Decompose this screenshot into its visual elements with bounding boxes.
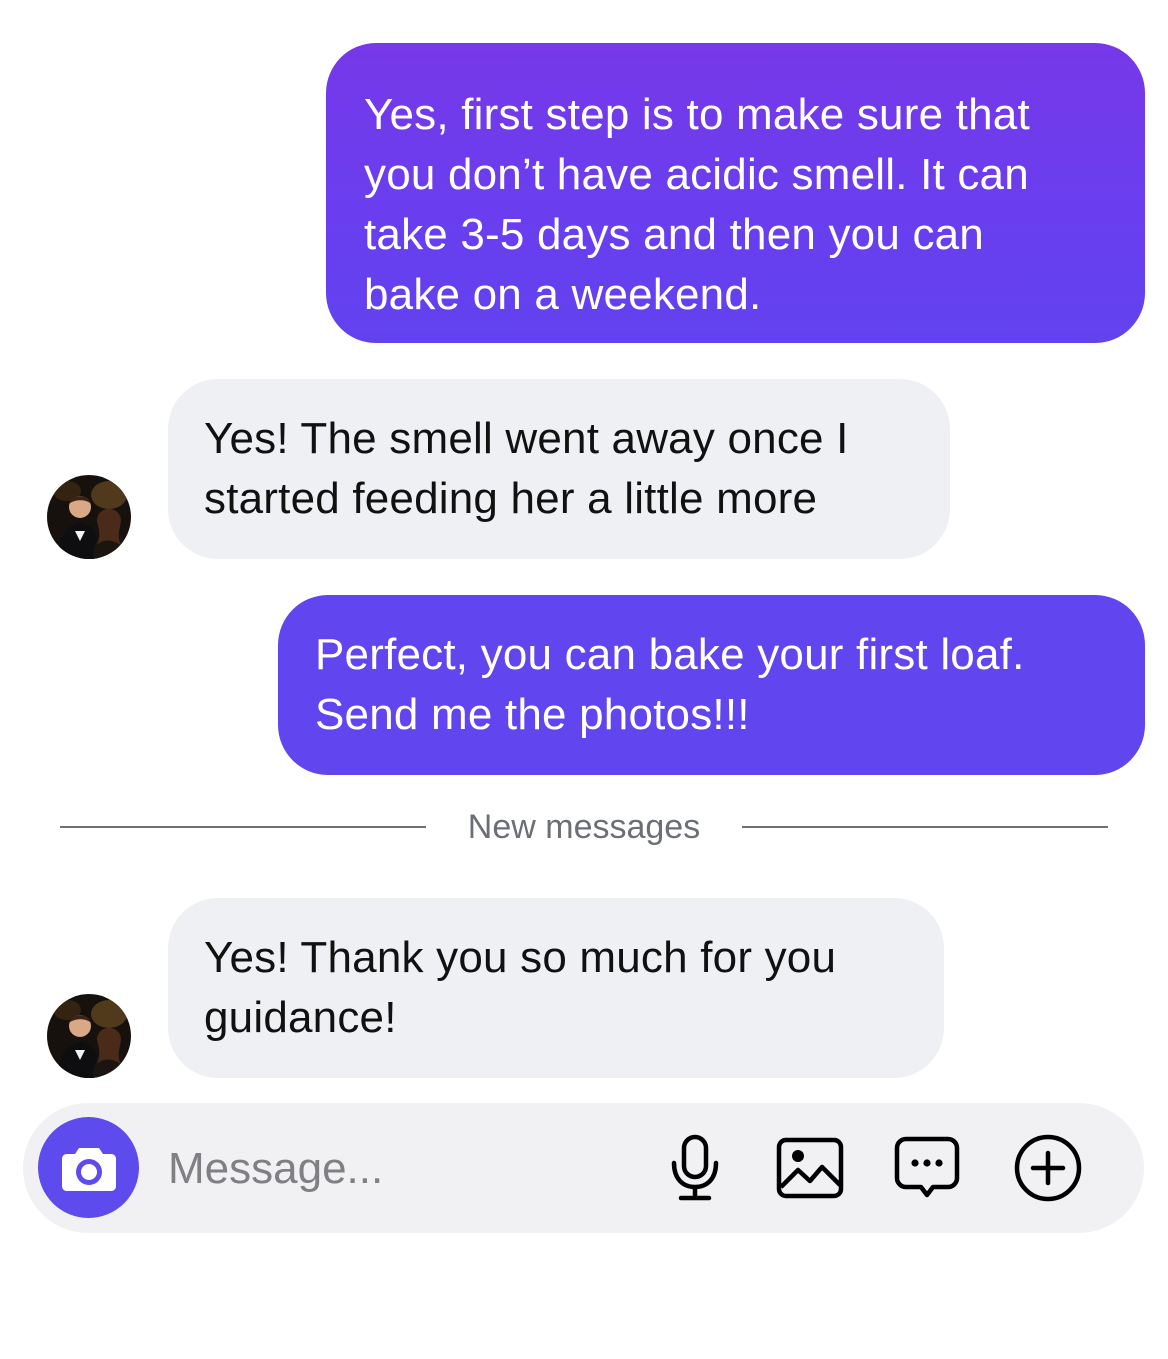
message-composer [23,1103,1144,1233]
message-text: Yes, first step is to make sure that you… [364,90,1030,319]
message-input[interactable] [168,1139,588,1199]
contact-avatar[interactable] [47,994,131,1078]
divider-line [60,826,426,828]
microphone-icon[interactable] [657,1130,733,1206]
message-text: Yes! Thank you so much for you guidance! [204,933,837,1042]
sent-message-bubble[interactable]: Yes, first step is to make sure that you… [326,43,1145,343]
camera-button[interactable] [38,1117,139,1218]
message-text: Yes! The smell went away once I started … [204,414,849,523]
message-text: Perfect, you can bake your first loaf. S… [315,630,1025,739]
new-messages-divider-label: New messages [467,808,701,846]
avatar-photo [47,475,131,559]
contact-avatar[interactable] [47,475,131,559]
sticker-icon[interactable] [889,1130,965,1206]
sent-message-bubble[interactable]: Perfect, you can bake your first loaf. S… [278,595,1145,775]
gallery-icon[interactable] [772,1130,848,1206]
received-message-bubble[interactable]: Yes! The smell went away once I started … [168,379,950,559]
plus-icon[interactable] [1010,1130,1086,1206]
divider-line [742,826,1108,828]
received-message-bubble[interactable]: Yes! Thank you so much for you guidance! [168,898,944,1078]
avatar-photo [47,994,131,1078]
camera-icon [61,1147,116,1191]
